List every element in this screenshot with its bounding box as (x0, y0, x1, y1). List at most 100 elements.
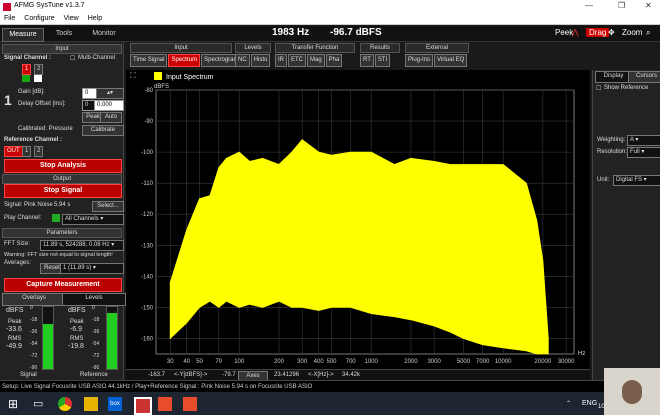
tab-measure[interactable]: Measure (2, 28, 44, 42)
zoom-button[interactable]: Zoom (622, 28, 642, 37)
calibrate-button[interactable]: Calibrate (82, 125, 124, 136)
app-logo-icon (3, 3, 11, 11)
tab-cursors[interactable]: Cursors (628, 71, 660, 83)
toolbar-levels-header: Levels (235, 43, 271, 53)
meter-scale-tick: -54 (92, 341, 100, 347)
signal-channel-2[interactable]: 2 (34, 64, 44, 75)
menu-bar: File Configure View Help (0, 14, 660, 25)
peak-icon: ⋀ (572, 28, 579, 37)
spectrum-chart[interactable]: -80 -90 -100 -110 -120 -130 -140 -150 -160 30 40 5… (126, 70, 590, 382)
stop-signal-button[interactable]: Stop Signal (4, 184, 122, 198)
fft-size-select[interactable]: 11.89 s, 524288, 0.08 Hz ▾ (40, 240, 124, 251)
weighting-select[interactable]: A ▾ (627, 135, 660, 146)
y-max-value[interactable]: -79.7 (222, 372, 236, 378)
virtual-eq-button[interactable]: Virtual EQ (434, 54, 468, 67)
unit-select[interactable]: Digital FS ▾ (613, 175, 660, 186)
language-indicator[interactable]: ENG (582, 400, 597, 407)
box-icon[interactable]: box (108, 397, 122, 411)
close-button[interactable]: ✕ (645, 1, 652, 10)
x-tick-label: 200 (274, 359, 285, 365)
play-channel-swatch (52, 214, 60, 222)
meter-scale-tick: -90 (92, 365, 100, 371)
meter-scale-tick: -72 (92, 353, 100, 359)
x-tick-label: 400 (314, 359, 325, 365)
x-axis-label: Hz (578, 351, 585, 357)
app-c-icon[interactable] (158, 397, 172, 411)
file-explorer-icon[interactable] (84, 397, 98, 411)
peek-button[interactable]: Peek (555, 28, 573, 37)
rt-button[interactable]: RT (360, 54, 374, 67)
chrome-icon[interactable] (58, 397, 72, 411)
meter-scale-tick: -18 (92, 317, 100, 323)
spectrum-chart-svg[interactable]: -80 -90 -100 -110 -120 -130 -140 -150 -160 30 40 5… (126, 70, 590, 380)
ref-channel-2[interactable]: 2 (34, 146, 44, 157)
multi-channel-checkbox-icon[interactable]: ☐ (70, 55, 75, 62)
gain-stepper[interactable]: ▴▾ (96, 88, 124, 99)
x-min-value[interactable]: 23.41296 (274, 372, 299, 378)
signal-rms-value: -49.9 (6, 343, 22, 350)
ref-out-button[interactable]: OUT (4, 146, 23, 157)
averages-select[interactable]: 1 (11.89 s) ▾ (60, 263, 124, 274)
top-bar: Measure Tools Monitor 1983 Hz -96.7 dBFS… (0, 26, 660, 42)
app-c2-icon[interactable] (183, 397, 197, 411)
play-channel-select[interactable]: All Channels ▾ (62, 214, 124, 225)
select-signal-button[interactable]: Select... (92, 201, 124, 212)
ir-button[interactable]: IR (275, 54, 287, 67)
capture-measurement-button[interactable]: Capture Measurement (4, 278, 122, 292)
channel-color-swatch (22, 75, 30, 82)
menu-view[interactable]: View (60, 14, 84, 22)
signal-channel-1[interactable]: 1 (22, 64, 32, 75)
ref-channel-1[interactable]: 1 (22, 146, 32, 157)
x-max-value[interactable]: 34.42k (342, 372, 360, 378)
x-tick-label: 40 (183, 359, 190, 365)
x-tick-label: 100 (234, 359, 245, 365)
histo-button[interactable]: Histo (250, 54, 271, 67)
y-min-value[interactable]: -163.7 (148, 372, 165, 378)
resolution-label: Resolution: (597, 149, 628, 155)
signal-channel-label: Signal Channel : (4, 55, 52, 61)
menu-help[interactable]: Help (84, 14, 107, 22)
chart-corner-icon[interactable]: ⛶ (129, 71, 136, 80)
tab-monitor[interactable]: Monitor (84, 28, 124, 40)
toolbar-input-group: Input Time Signal Spectrum Spectrogram (130, 43, 242, 68)
pha-button[interactable]: Pha (325, 54, 343, 67)
minimize-button[interactable]: — (585, 1, 593, 10)
signal-meter-scale: 0 -18 -36 -54 -72 -90 (30, 305, 40, 371)
auto-button[interactable]: Auto (100, 112, 122, 123)
resolution-select[interactable]: Full ▾ (627, 147, 660, 158)
tray-chevron-icon[interactable]: ⌃ (566, 400, 571, 407)
nc-button[interactable]: NC (235, 54, 250, 67)
fft-warning: Warning: FFT size not equal to signal le… (4, 252, 113, 258)
fft-size-label: FFT Size: (4, 241, 30, 247)
stop-analysis-button[interactable]: Stop Analysis (4, 159, 122, 173)
tab-display[interactable]: Display (595, 71, 632, 83)
reference-meter-bar (107, 313, 117, 369)
maximize-button[interactable]: ❐ (618, 1, 625, 10)
plugins-button[interactable]: Plug-Ins (405, 54, 434, 67)
chart-footer: -163.7 <-Y[dBFS]-> -79.7 Axes 23.41296 <… (126, 369, 590, 382)
toolbar-results-group: Results RT STI (360, 43, 400, 68)
drag-button[interactable]: Drag (586, 28, 610, 37)
etc-button[interactable]: ETC (288, 54, 306, 67)
tab-tools[interactable]: Tools (44, 28, 84, 40)
time-signal-button[interactable]: Time Signal (130, 54, 168, 67)
systune-taskbar-icon[interactable] (134, 397, 152, 415)
sti-button[interactable]: STI (374, 54, 391, 67)
menu-file[interactable]: File (0, 14, 20, 22)
x-tick-label: 700 (346, 359, 357, 365)
mag-button[interactable]: Mag (307, 54, 325, 67)
windows-start-icon[interactable]: ⊞ (8, 397, 22, 411)
legend-label: Input Spectrum (166, 74, 214, 81)
task-view-icon[interactable]: ▭ (33, 397, 47, 411)
show-reference-checkbox-icon[interactable]: ☐ (596, 85, 601, 92)
meter-scale-tick: -18 (30, 317, 38, 323)
menu-configure[interactable]: Configure (20, 14, 59, 22)
spectrum-button[interactable]: Spectrum (168, 54, 201, 67)
signal-meter (42, 306, 54, 370)
meter-scale-tick: -36 (92, 329, 100, 335)
drag-icon: ✥ (608, 28, 615, 37)
output-header: Output (2, 174, 122, 184)
toolbar-input-header: Input (130, 43, 232, 53)
channel-color-swatch-2 (34, 75, 42, 82)
delay-input[interactable]: 0.000 (94, 100, 124, 111)
